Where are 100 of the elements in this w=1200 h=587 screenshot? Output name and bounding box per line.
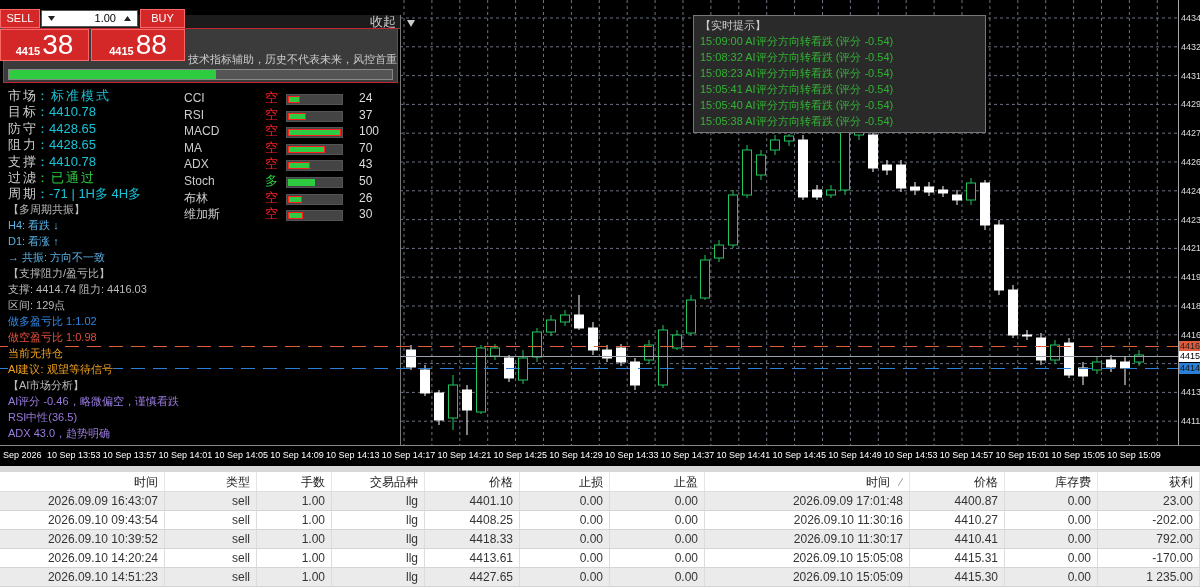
table-cell: llg — [332, 511, 425, 529]
table-cell: 1.00 — [257, 568, 332, 586]
price-label: 4411 — [1181, 416, 1200, 427]
table-cell: 2026.09.09 17:01:48 — [705, 492, 910, 510]
time-label: 10 Sep 14:17 — [381, 450, 436, 461]
bid-price-button[interactable]: 4415 38 — [0, 29, 89, 61]
table-cell: llg — [332, 530, 425, 548]
price-label: 4429 — [1181, 99, 1200, 110]
column-header[interactable]: 获利 — [1098, 472, 1200, 491]
table-cell: llg — [332, 492, 425, 510]
column-header[interactable]: 类型 — [165, 472, 257, 491]
alert-message: 15:05:38 AI评分方向转看跌 (评分 -0.54) — [700, 114, 894, 129]
table-cell: sell — [165, 511, 257, 529]
candle — [406, 344, 416, 371]
candle — [714, 239, 724, 263]
candle — [1036, 332, 1046, 366]
price-label: 4431 — [1181, 70, 1200, 81]
field-label: 防守 — [8, 120, 38, 136]
table-cell: 0.00 — [520, 568, 610, 586]
table-cell: -202.00 — [1098, 511, 1200, 529]
indicator-name: CCI — [184, 90, 205, 106]
column-header[interactable]: 手数 — [257, 472, 332, 491]
down-arrow-icon[interactable] — [48, 16, 55, 21]
price-label: 4423 — [1181, 214, 1200, 225]
field-value: ：4428.65 — [36, 120, 96, 136]
time-label: 10 Sep 14:25 — [493, 450, 547, 461]
caret-icon[interactable] — [407, 20, 415, 27]
candle — [1134, 349, 1144, 367]
column-header[interactable]: 价格 — [425, 472, 520, 491]
sell-button[interactable]: SELL — [0, 9, 40, 28]
up-arrow-icon[interactable] — [124, 16, 131, 21]
field-value: ：已通过 — [36, 170, 96, 185]
table-cell: 1.00 — [257, 511, 332, 529]
table-cell: llg — [332, 549, 425, 567]
candle — [882, 159, 892, 176]
candle — [490, 343, 500, 361]
candle — [938, 185, 948, 198]
candle — [588, 321, 598, 356]
table-cell: 2026.09.10 14:20:24 — [0, 549, 165, 567]
table-cell: 4427.65 — [425, 568, 520, 586]
candle — [630, 357, 640, 391]
column-header[interactable]: 库存费 — [1005, 472, 1098, 491]
table-cell: sell — [165, 492, 257, 510]
field-label: 过滤 — [8, 170, 38, 185]
field-value: ：标准模式 — [36, 88, 111, 103]
candle — [924, 181, 934, 197]
candle — [518, 349, 528, 385]
field-value: ：4410.78 — [36, 104, 96, 120]
candle — [560, 309, 570, 327]
candle — [896, 159, 906, 193]
table-cell: 0.00 — [610, 530, 705, 548]
signal-label: 多 — [265, 173, 278, 189]
candle — [756, 149, 766, 181]
indicator-name: ADX — [184, 156, 209, 173]
price-label: 4424 — [1181, 185, 1200, 196]
candle — [742, 144, 752, 199]
indicator-value: 100 — [359, 123, 380, 140]
candle — [952, 189, 962, 206]
price-label: 4416 — [1181, 329, 1200, 340]
lot-field[interactable]: 1.00 — [41, 10, 138, 27]
column-header[interactable]: 止损 — [520, 472, 610, 491]
table-cell: 0.00 — [1005, 530, 1098, 548]
candle — [644, 339, 654, 365]
table-cell: 4415.31 — [910, 549, 1005, 567]
candle — [532, 327, 542, 363]
candle — [574, 294, 584, 331]
table-cell: 0.00 — [610, 568, 705, 586]
candle — [504, 354, 514, 383]
buy-button[interactable]: BUY — [140, 9, 185, 28]
column-header[interactable]: 时间 — [705, 472, 910, 491]
indicator-name: MA — [184, 139, 202, 156]
time-label: 10 Sep 13:57 — [102, 450, 157, 461]
table-cell: 0.00 — [1005, 568, 1098, 586]
table-cell: sell — [165, 568, 257, 586]
table-cell: 23.00 — [1098, 492, 1200, 510]
column-header[interactable]: 时间 — [0, 472, 165, 491]
ask-price-button[interactable]: 4415 88 — [91, 29, 185, 61]
alert-message: 15:05:41 AI评分方向转看跌 (评分 -0.54) — [700, 82, 894, 97]
price-label: 4413 — [1181, 387, 1200, 398]
table-cell: 2026.09.10 11:30:17 — [705, 530, 910, 548]
table-cell: 2026.09.10 10:39:52 — [0, 530, 165, 548]
table-cell: 1.00 — [257, 492, 332, 510]
table-cell: 1 235.00 — [1098, 568, 1200, 586]
table-cell: 2026.09.10 11:30:16 — [705, 511, 910, 529]
indicator-value: 30 — [359, 206, 373, 223]
candle — [812, 184, 822, 201]
time-label: 10 Sep 14:01 — [158, 450, 213, 461]
column-header[interactable]: 价格 — [910, 472, 1005, 491]
collapse-button[interactable]: 收起 — [370, 15, 396, 29]
table-cell: 0.00 — [610, 511, 705, 529]
candle — [1120, 356, 1130, 386]
price-label: 4434 — [1181, 13, 1200, 23]
time-label: 10 Sep 14:41 — [716, 450, 771, 461]
candle — [476, 344, 486, 415]
column-header[interactable]: 交易品种 — [332, 472, 425, 491]
column-header[interactable]: 止盈 — [610, 472, 705, 491]
candle — [770, 134, 780, 156]
candle — [980, 179, 990, 231]
price-label: 4421 — [1181, 243, 1200, 254]
field-label: 阻力 — [8, 137, 38, 153]
